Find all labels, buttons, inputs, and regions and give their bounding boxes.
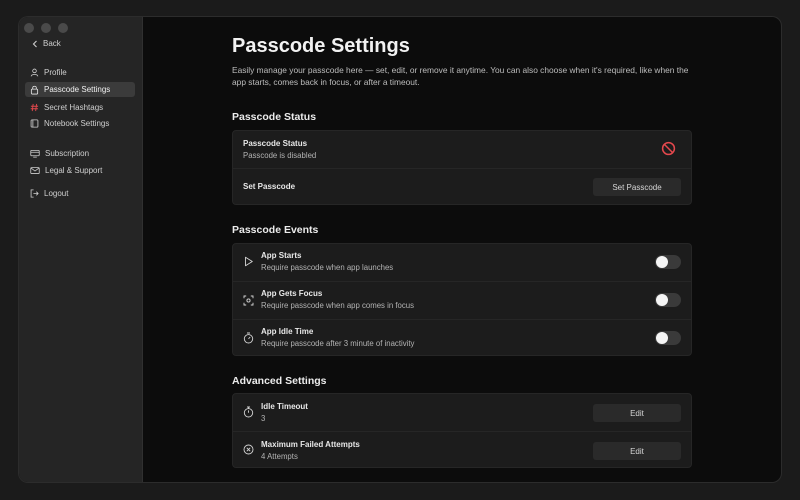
sidebar-item-legal-support[interactable]: Legal & Support <box>25 163 135 178</box>
passcode-status-card: Passcode Status Passcode is disabled Set… <box>232 130 692 205</box>
section-title-passcode-events: Passcode Events <box>232 224 319 236</box>
app-gets-focus-toggle[interactable] <box>655 293 681 307</box>
passcode-status-label: Passcode Status <box>243 139 308 148</box>
event-subtitle: Require passcode after 3 minute of inact… <box>261 339 415 348</box>
zoom-window-button[interactable] <box>58 23 68 33</box>
toggle-knob <box>656 332 668 344</box>
app-starts-toggle[interactable] <box>655 255 681 269</box>
page-description: Easily manage your passcode here — set, … <box>232 65 689 87</box>
main-content: Passcode Settings Easily manage your pas… <box>144 17 781 482</box>
lock-icon <box>30 85 39 94</box>
hashtag-icon <box>30 103 39 112</box>
logout-icon <box>30 189 39 198</box>
edit-max-failed-attempts-button[interactable]: Edit <box>593 442 681 460</box>
window-controls <box>24 23 68 33</box>
event-title: App Idle Time <box>261 327 314 336</box>
event-row-app-gets-focus: App Gets Focus Require passcode when app… <box>233 281 691 319</box>
set-passcode-button[interactable]: Set Passcode <box>593 178 681 196</box>
sidebar-item-label: Logout <box>44 189 69 198</box>
disabled-icon <box>661 141 676 156</box>
event-title: App Starts <box>261 251 302 260</box>
set-passcode-row: Set Passcode Set Passcode <box>233 168 691 205</box>
toggle-knob <box>656 294 668 306</box>
sidebar-item-label: Passcode Settings <box>44 85 111 94</box>
event-row-app-idle-time: App Idle Time Require passcode after 3 m… <box>233 319 691 356</box>
section-title-passcode-status: Passcode Status <box>232 111 317 123</box>
edit-idle-timeout-button[interactable]: Edit <box>593 404 681 422</box>
event-title: App Gets Focus <box>261 289 323 298</box>
advanced-item-title: Maximum Failed Attempts <box>261 440 360 449</box>
app-window: Back Profile Passcode Settings Secret Ha… <box>19 17 781 482</box>
minimize-window-button[interactable] <box>41 23 51 33</box>
sidebar-item-label: Legal & Support <box>45 166 103 175</box>
idle-timeout-row: Idle Timeout 3 Edit <box>233 394 691 431</box>
back-label: Back <box>43 39 61 48</box>
card-icon <box>30 149 40 158</box>
sidebar-item-logout[interactable]: Logout <box>25 186 135 201</box>
app-idle-time-toggle[interactable] <box>655 331 681 345</box>
sidebar-item-profile[interactable]: Profile <box>25 65 135 80</box>
event-subtitle: Require passcode when app comes in focus <box>261 301 414 310</box>
advanced-item-value: 4 Attempts <box>261 452 298 461</box>
user-icon <box>30 68 39 77</box>
set-passcode-label: Set Passcode <box>243 182 296 191</box>
max-failed-attempts-row: Maximum Failed Attempts 4 Attempts Edit <box>233 431 691 468</box>
x-circle-icon <box>243 444 254 455</box>
advanced-settings-card: Idle Timeout 3 Edit Maximum Failed Attem… <box>232 393 692 468</box>
page-title: Passcode Settings <box>232 35 410 57</box>
section-title-advanced-settings: Advanced Settings <box>232 375 327 387</box>
sidebar-item-subscription[interactable]: Subscription <box>25 146 135 161</box>
sidebar-item-label: Secret Hashtags <box>44 103 104 112</box>
event-subtitle: Require passcode when app launches <box>261 263 394 272</box>
close-window-button[interactable] <box>24 23 34 33</box>
advanced-item-value: 3 <box>261 414 266 423</box>
play-icon <box>245 256 253 267</box>
notebook-icon <box>30 119 39 128</box>
sidebar-item-secret-hashtags[interactable]: Secret Hashtags <box>25 100 135 115</box>
passcode-status-row: Passcode Status Passcode is disabled <box>233 131 691 168</box>
chevron-left-icon <box>32 40 37 47</box>
passcode-events-card: App Starts Require passcode when app lau… <box>232 243 692 356</box>
sidebar-item-notebook-settings[interactable]: Notebook Settings <box>25 116 135 131</box>
sidebar-item-label: Notebook Settings <box>44 119 110 128</box>
sidebar-item-passcode-settings[interactable]: Passcode Settings <box>25 82 135 97</box>
mail-icon <box>30 167 40 174</box>
sidebar: Back Profile Passcode Settings Secret Ha… <box>19 17 143 482</box>
stopwatch-icon <box>243 406 254 418</box>
advanced-item-title: Idle Timeout <box>261 402 308 411</box>
sidebar-item-label: Subscription <box>45 149 90 158</box>
passcode-status-value: Passcode is disabled <box>243 151 317 160</box>
toggle-knob <box>656 256 668 268</box>
sidebar-item-label: Profile <box>44 68 67 77</box>
timer-icon <box>243 332 254 344</box>
focus-icon <box>243 295 254 306</box>
back-button[interactable]: Back <box>32 39 61 48</box>
event-row-app-starts: App Starts Require passcode when app lau… <box>233 244 691 281</box>
